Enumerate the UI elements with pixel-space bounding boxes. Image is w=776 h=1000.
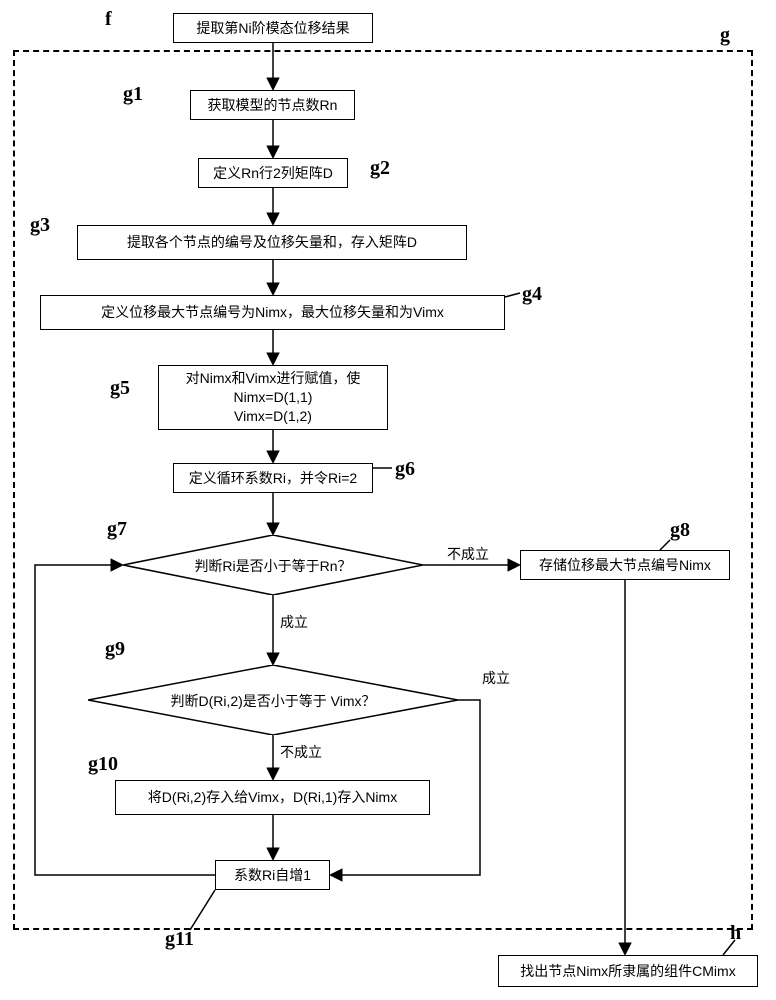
label-g1: g1 — [123, 83, 143, 106]
label-g2: g2 — [370, 157, 390, 180]
node-g5-line2: Nimx=D(1,1) — [234, 388, 313, 407]
label-g4: g4 — [522, 283, 542, 306]
node-g2: 定义Rn行2列矩阵D — [198, 158, 348, 188]
node-g9-text: 判断D(Ri,2)是否小于等于 Vimx？ — [88, 691, 458, 711]
node-g5-line1: 对Nimx和Vimx进行赋值，使 — [186, 369, 361, 388]
label-g11: g11 — [165, 928, 194, 951]
edge-g7-no: 不成立 — [447, 544, 489, 564]
node-g5: 对Nimx和Vimx进行赋值，使 Nimx=D(1,1) Vimx=D(1,2) — [158, 365, 388, 430]
node-g7: 判断Ri是否小于等于Rn？ — [123, 535, 423, 595]
node-g8: 存储位移最大节点编号Nimx — [520, 550, 730, 580]
node-f: 提取第Ni阶模态位移结果 — [173, 13, 373, 43]
node-g6: 定义循环系数Ri，并令Ri=2 — [173, 463, 373, 493]
edge-g7-yes: 成立 — [280, 612, 308, 632]
label-h: h — [730, 922, 741, 945]
label-f: f — [105, 8, 112, 31]
node-g9: 判断D(Ri,2)是否小于等于 Vimx？ — [88, 665, 458, 735]
node-g7-text: 判断Ri是否小于等于Rn？ — [123, 556, 423, 576]
node-g4: 定义位移最大节点编号为Nimx，最大位移矢量和为Vimx — [40, 295, 505, 330]
label-g8: g8 — [670, 519, 690, 542]
edge-g9-yes: 成立 — [482, 668, 510, 688]
node-g10: 将D(Ri,2)存入给Vimx，D(Ri,1)存入Nimx — [115, 780, 430, 815]
node-h: 找出节点Nimx所隶属的组件CMimx — [498, 955, 758, 987]
label-g9: g9 — [105, 638, 125, 661]
label-g10: g10 — [88, 753, 118, 776]
label-g6: g6 — [395, 458, 415, 481]
edge-g9-no: 不成立 — [280, 742, 322, 762]
node-g1: 获取模型的节点数Rn — [190, 90, 355, 120]
label-g5: g5 — [110, 377, 130, 400]
node-g5-line3: Vimx=D(1,2) — [234, 407, 312, 426]
node-g11: 系数Ri自增1 — [215, 860, 330, 890]
node-g3: 提取各个节点的编号及位移矢量和，存入矩阵D — [77, 225, 467, 260]
label-g7: g7 — [107, 518, 127, 541]
label-g: g — [720, 24, 730, 47]
label-g3: g3 — [30, 214, 50, 237]
